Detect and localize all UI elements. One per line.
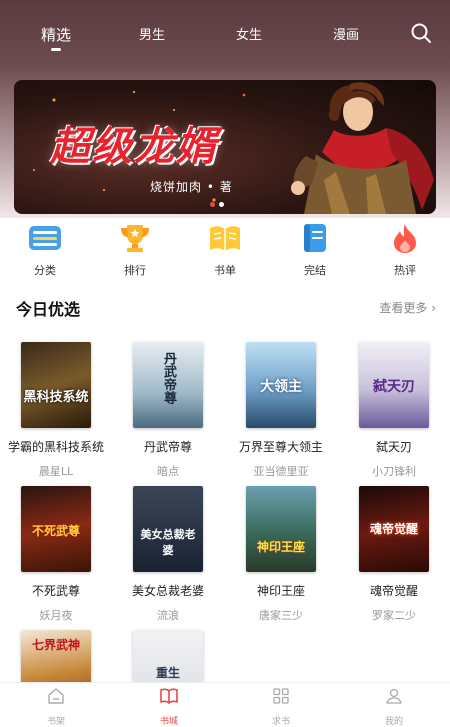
grid-icon [273, 688, 289, 704]
nav-request-book[interactable]: 求书 [251, 687, 311, 727]
home-icon [48, 688, 64, 704]
book-author: 唐家三少 [259, 609, 303, 622]
book-cover: 不死武尊 [21, 486, 91, 572]
cover-title: 丹武帝尊 [161, 352, 176, 404]
category-label: 热评 [394, 264, 416, 277]
nav-bookshelf[interactable]: 书架 [26, 687, 86, 727]
category-classify[interactable]: 分类 [15, 222, 75, 278]
view-more-link[interactable]: 查看更多 › [379, 299, 436, 316]
category-shortcuts: 分类 排行 书单 完结 热评 [0, 222, 450, 282]
category-label: 排行 [124, 264, 146, 277]
category-ranking[interactable]: 排行 [105, 222, 165, 278]
book-cover: 美女总裁老婆 [133, 486, 203, 572]
book-cover: 神印王座 [246, 486, 316, 572]
status-bar [0, 0, 450, 20]
book-author: 亚当德里亚 [253, 465, 309, 478]
cover-title: 美女总裁老婆 [140, 528, 196, 557]
book-author: 小刀锋利 [372, 465, 416, 478]
book-title: 弑天刃 [375, 440, 412, 454]
nav-label: 书城 [159, 717, 178, 727]
tab-female[interactable]: 女生 [219, 24, 279, 43]
book-open-icon [160, 688, 178, 704]
book-title: 美女总裁老婆 [131, 584, 204, 598]
book-card[interactable]: 丹武帝尊 丹武帝尊 暗点 [112, 342, 224, 479]
book-title: 神印王座 [256, 584, 305, 598]
pagination-dot-active[interactable] [210, 202, 215, 207]
banner-author: 烧饼加肉 • 著 [150, 180, 233, 194]
cover-title: 大领主 [260, 379, 302, 395]
category-label: 分类 [34, 264, 56, 277]
book-cover: 大领主 [246, 342, 316, 428]
flame-icon [394, 224, 416, 253]
category-hot-reviews[interactable]: 热评 [375, 222, 435, 278]
category-icon [29, 226, 61, 250]
user-icon [386, 688, 402, 704]
cover-title: 七界武神 [31, 638, 80, 652]
book-card[interactable]: 美女总裁老婆 美女总裁老婆 流浪 [112, 486, 224, 623]
category-finished[interactable]: 完结 [285, 222, 345, 278]
cover-title: 神印王座 [256, 540, 305, 554]
book-author: 妖月夜 [39, 609, 73, 622]
book-card[interactable]: 不死武尊 不死武尊 妖月夜 [0, 486, 112, 623]
nav-profile[interactable]: 我的 [364, 687, 424, 727]
tab-male[interactable]: 男生 [122, 24, 182, 43]
top-nav: 精选 男生 女生 漫画 [0, 18, 450, 52]
pagination-dot[interactable] [219, 202, 224, 207]
book-title: 学霸的黑科技系统 [7, 440, 104, 454]
book-author: 流浪 [157, 609, 179, 622]
category-label: 完结 [304, 264, 326, 277]
book-author: 罗家二少 [372, 609, 416, 622]
nav-label: 求书 [271, 717, 290, 727]
bottom-nav: 书架 书城 求书 我的 [0, 682, 450, 727]
book-cover: 丹武帝尊 [133, 342, 203, 428]
cover-title: 黑科技系统 [23, 390, 89, 405]
book-title: 万界至尊大领主 [238, 440, 323, 454]
finished-icon [304, 224, 326, 252]
nav-label: 我的 [384, 717, 403, 727]
hero-header: 精选 男生 女生 漫画 超级龙婿 烧饼加肉 • 著 [0, 0, 450, 218]
book-title: 丹武帝尊 [143, 440, 192, 454]
banner-character-illustration [291, 82, 434, 214]
search-icon[interactable] [410, 22, 432, 44]
book-list-icon [210, 226, 240, 251]
cover-title: 重生 [155, 666, 180, 680]
book-card[interactable]: 大领主 万界至尊大领主 亚当德里亚 [225, 342, 337, 479]
cover-title: 不死武尊 [31, 524, 80, 538]
trophy-icon [121, 225, 149, 252]
book-cover: 魂帝觉醒 [359, 486, 429, 572]
book-card[interactable]: 黑科技系统 学霸的黑科技系统 晨星LL [0, 342, 112, 479]
book-title: 不死武尊 [31, 584, 80, 598]
tab-featured[interactable]: 精选 [26, 24, 86, 45]
book-author: 暗点 [157, 465, 179, 478]
nav-label: 书架 [46, 717, 65, 727]
nav-bookstore[interactable]: 书城 [139, 687, 199, 727]
book-card[interactable]: 弑天刃 弑天刃 小刀锋利 [338, 342, 450, 479]
category-booklist[interactable]: 书单 [195, 222, 255, 278]
banner-pagination [210, 202, 224, 207]
promo-banner[interactable]: 超级龙婿 烧饼加肉 • 著 [14, 80, 436, 214]
category-label: 书单 [214, 264, 236, 277]
cover-title: 弑天刃 [373, 379, 415, 395]
cover-title: 魂帝觉醒 [369, 522, 418, 536]
active-tab-indicator [51, 48, 61, 51]
section-title: 今日优选 [16, 300, 81, 319]
book-cover: 黑科技系统 [21, 342, 91, 428]
book-author: 晨星LL [38, 465, 74, 478]
book-card[interactable]: 神印王座 神印王座 唐家三少 [225, 486, 337, 623]
book-card[interactable]: 魂帝觉醒 魂帝觉醒 罗家二少 [338, 486, 450, 623]
banner-title: 超级龙婿 [50, 123, 218, 170]
book-cover: 弑天刃 [359, 342, 429, 428]
book-title: 魂帝觉醒 [369, 584, 418, 598]
tab-comics[interactable]: 漫画 [316, 24, 376, 43]
